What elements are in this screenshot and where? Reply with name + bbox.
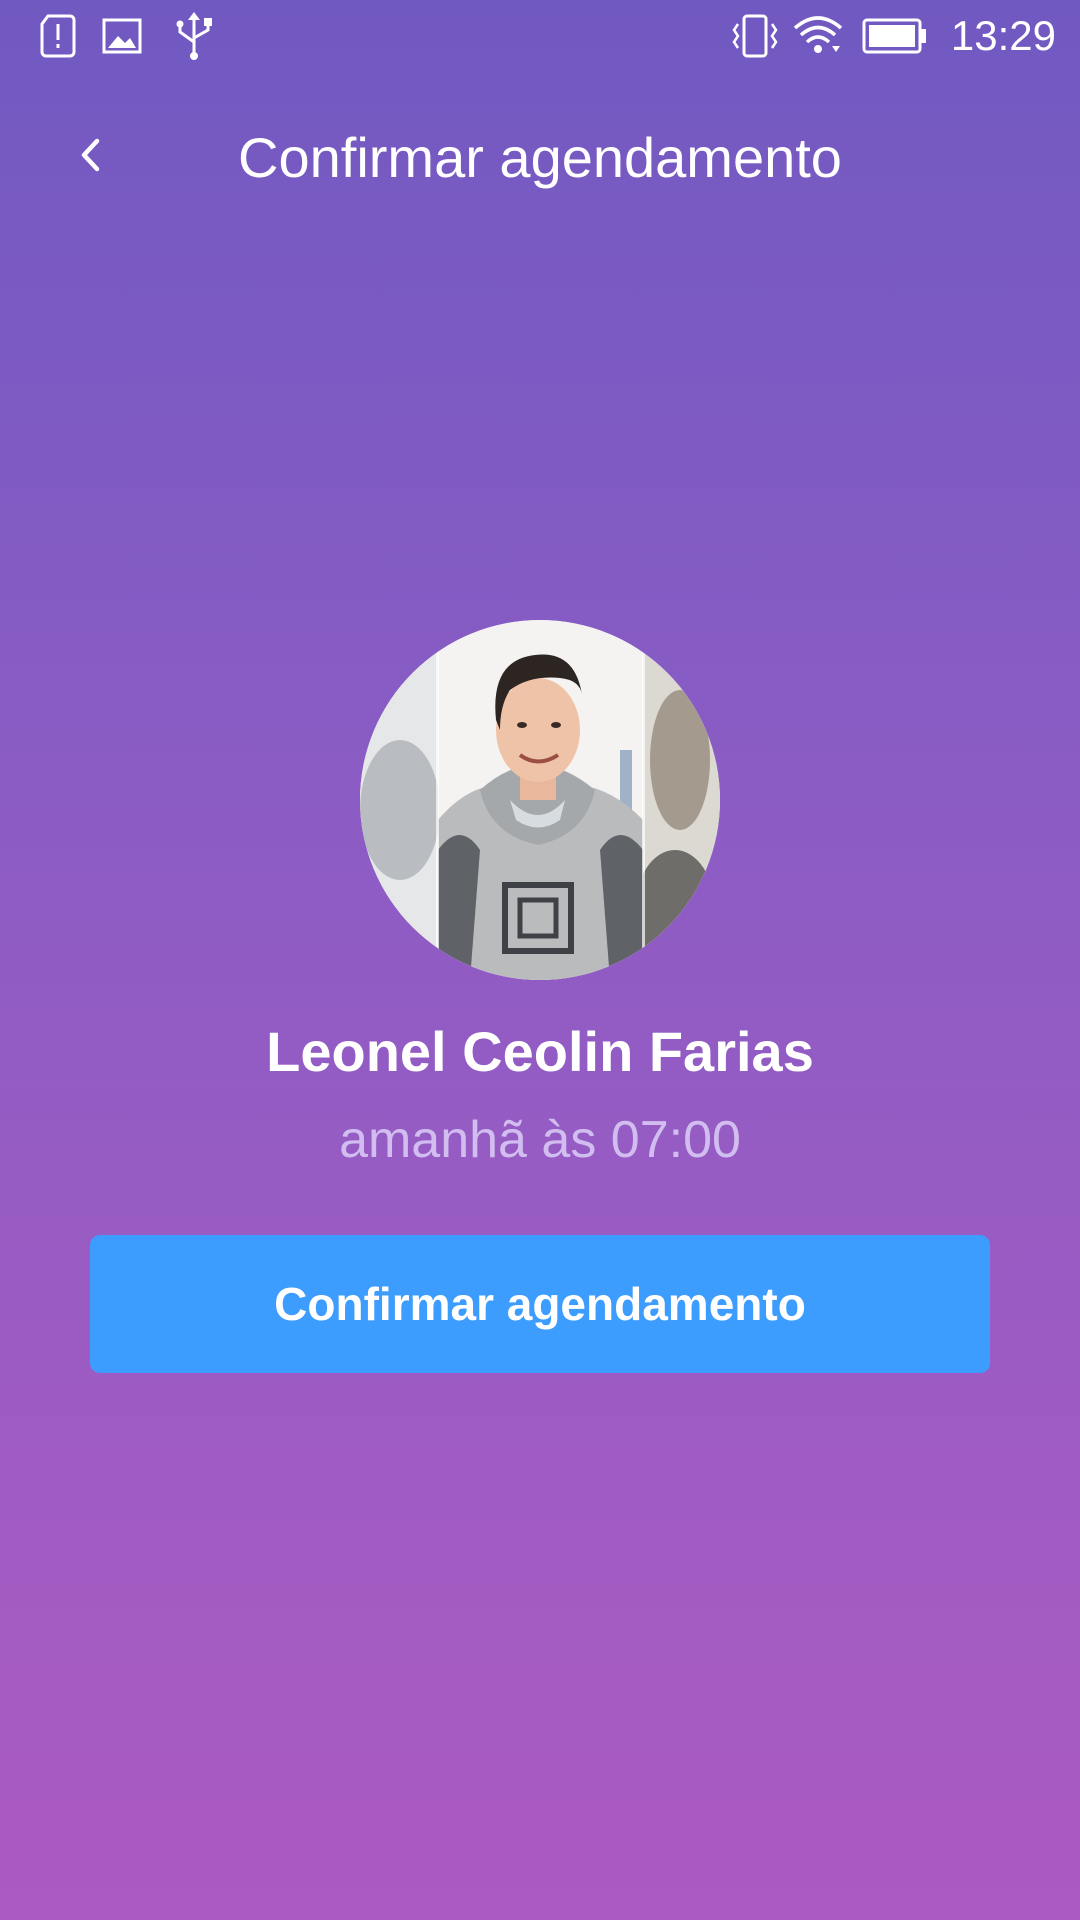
page-title: Confirmar agendamento [238, 126, 842, 189]
image-icon [102, 18, 142, 54]
vibrate-icon [732, 14, 778, 58]
appointment-time: amanhã às 07:00 [339, 1111, 741, 1169]
sim-alert-icon [40, 14, 76, 58]
wifi-icon [793, 16, 843, 53]
battery-icon [862, 18, 926, 54]
app-bar: Confirmar agendamento [0, 100, 1080, 220]
usb-icon [176, 12, 212, 60]
confirm-appointment-button[interactable]: Confirmar agendamento [90, 1235, 990, 1373]
professional-name: Leonel Ceolin Farias [266, 1020, 814, 1083]
profile-photo [360, 620, 720, 980]
clock: 13:29 [950, 12, 1056, 59]
status-bar: 13:29 [0, 0, 1080, 72]
avatar [360, 620, 720, 980]
